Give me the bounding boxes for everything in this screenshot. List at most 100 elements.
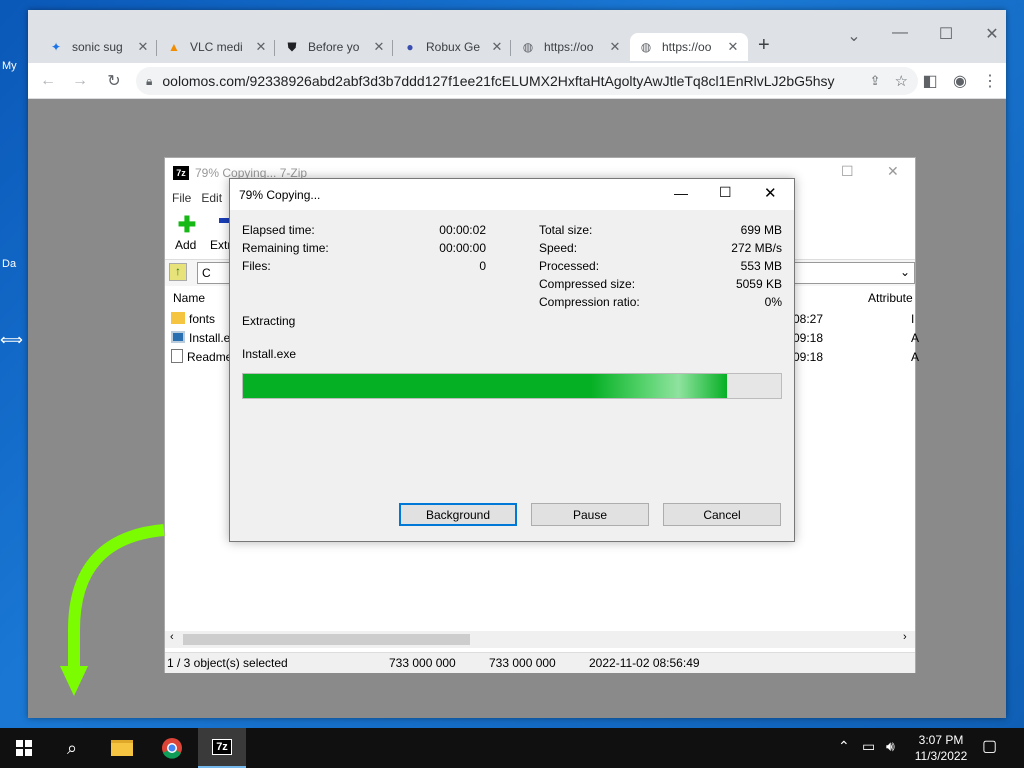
file-time: 08:27 <box>793 312 824 326</box>
tab-title: VLC medi <box>190 40 243 54</box>
share-icon[interactable]: ⇪ <box>870 73 881 89</box>
tab-divider <box>156 40 157 56</box>
tab-divider <box>510 40 511 56</box>
menu-kebab-icon[interactable]: ⋮ <box>980 71 1000 91</box>
horizontal-scrollbar[interactable]: ‹ › <box>165 631 915 648</box>
bookmark-star-icon[interactable]: ☆ <box>895 72 908 90</box>
add-button[interactable]: Add <box>175 238 196 252</box>
progress-dialog: 79% Copying... — ☐ ✕ Elapsed time: 00:00… <box>229 178 795 542</box>
close-icon[interactable]: ✕ <box>608 39 622 55</box>
compressed-size-value: 5059 KB <box>735 277 782 291</box>
background-button[interactable]: Background <box>399 503 517 526</box>
file-explorer-icon[interactable] <box>98 728 146 768</box>
tab[interactable]: ✦ sonic sug ✕ <box>40 33 158 61</box>
current-file-label: Install.exe <box>242 347 297 361</box>
total-size-value: 699 MB <box>740 223 782 237</box>
windows-start-icon[interactable] <box>0 728 48 768</box>
cancel-button[interactable]: Cancel <box>663 503 781 526</box>
desktop-icon-label[interactable]: My <box>2 60 17 72</box>
shield-icon: ⛊ <box>287 39 297 54</box>
tab-search-icon[interactable]: ⌄ <box>844 26 864 46</box>
speed-value: 272 MB/s <box>731 241 782 255</box>
clock-time: 3:07 PM <box>918 733 964 747</box>
maximize-icon[interactable]: ☐ <box>936 24 956 44</box>
tab[interactable]: ◍ https://oo ✕ <box>512 33 630 61</box>
tab-title: sonic sug <box>72 40 123 54</box>
add-icon[interactable]: ✚ <box>175 212 199 238</box>
desktop-icon-label[interactable]: Da <box>2 258 16 270</box>
processed-value: 553 MB <box>740 259 782 273</box>
close-icon[interactable]: ✕ <box>764 184 777 202</box>
new-tab-button[interactable]: + <box>758 34 770 57</box>
pause-button[interactable]: Pause <box>531 503 649 526</box>
clock-date: 11/3/2022 <box>914 749 968 763</box>
file-attr: A <box>911 331 920 345</box>
operation-label: Extracting <box>242 314 296 328</box>
chevron-up-icon[interactable]: ⌃ <box>838 738 850 755</box>
chrome-icon[interactable] <box>148 728 196 768</box>
volume-icon[interactable]: 🔊︎ <box>886 738 895 755</box>
minimize-icon[interactable]: — <box>674 185 688 201</box>
green-arrow-icon <box>60 524 165 696</box>
resize-cursor-icon: ⟺ <box>0 332 23 349</box>
maximize-icon[interactable]: ☐ <box>719 184 732 201</box>
menu-file[interactable]: File <box>172 188 191 208</box>
folder-icon <box>171 312 185 324</box>
tab-title: Robux Ge <box>426 40 481 54</box>
address-bar[interactable]: 🔒︎ oolomos.com/92338926abd2abf3d3b7ddd12… <box>136 67 918 95</box>
tab-title: https://oo <box>662 40 712 54</box>
remaining-time-label: Remaining time: <box>242 241 329 255</box>
tab[interactable]: ▲ VLC medi ✕ <box>158 33 276 61</box>
url-text[interactable]: oolomos.com/92338926abd2abf3d3b7ddd127f1… <box>162 73 861 89</box>
tab-title: Before yo <box>308 40 360 54</box>
close-icon[interactable]: ✕ <box>136 39 150 55</box>
progress-bar-fill <box>243 374 727 398</box>
elapsed-time-label: Elapsed time: <box>242 223 315 237</box>
forward-icon[interactable]: → <box>70 71 90 91</box>
compression-ratio-value: 0% <box>764 295 782 309</box>
status-selection: 1 / 3 object(s) selected <box>167 656 288 670</box>
7zip-logo-icon: 7z <box>212 739 232 755</box>
close-window-icon[interactable]: ✕ <box>982 24 1002 44</box>
status-bar: 1 / 3 object(s) selected 733 000 000 733… <box>165 652 915 673</box>
back-icon[interactable]: ← <box>38 71 58 91</box>
planet-icon: ● <box>406 40 414 54</box>
tab-strip: ✦ sonic sug ✕ ▲ VLC medi ✕ ⛊ Before yo ✕… <box>28 10 1006 63</box>
file-attr: A <box>911 350 920 364</box>
tab[interactable]: ● Robux Ge ✕ <box>394 33 512 61</box>
reload-icon[interactable]: ↻ <box>104 71 124 91</box>
close-icon[interactable]: ✕ <box>254 39 268 55</box>
tab[interactable]: ⛊ Before yo ✕ <box>276 33 394 61</box>
chevron-down-icon[interactable]: ⌄ <box>900 265 910 279</box>
notification-icon[interactable]: ▢ <box>982 736 997 756</box>
profile-avatar-icon[interactable]: ◉ <box>950 71 970 91</box>
network-icon[interactable]: ▭ <box>862 738 875 755</box>
folder-up-icon[interactable]: ↑ <box>169 263 187 281</box>
file-time: 09:18 <box>793 331 824 345</box>
minimize-icon[interactable]: — <box>890 24 910 42</box>
clock[interactable]: 3:07 PM 11/3/2022 <box>906 732 976 764</box>
menu-edit[interactable]: Edit <box>201 188 222 208</box>
column-header-name[interactable]: Name <box>173 286 205 310</box>
side-panel-icon[interactable]: ◧ <box>920 71 940 91</box>
search-icon[interactable]: ⌕ <box>48 728 96 768</box>
7zip-logo-icon: 7z <box>173 166 189 180</box>
tab-active[interactable]: ◍ https://oo ✕ <box>630 33 748 61</box>
remaining-time-value: 00:00:00 <box>439 241 486 255</box>
file-name: fonts <box>189 312 216 326</box>
compressed-size-label: Compressed size: <box>539 277 636 291</box>
column-header-attributes[interactable]: Attribute <box>868 286 913 310</box>
close-icon[interactable]: ✕ <box>887 163 899 180</box>
progress-bar <box>242 373 782 399</box>
close-icon[interactable]: ✕ <box>490 39 504 55</box>
close-icon[interactable]: ✕ <box>726 39 740 55</box>
7zip-taskbar-button[interactable]: 7z <box>198 728 246 768</box>
close-icon[interactable]: ✕ <box>372 39 386 55</box>
elapsed-time-value: 00:00:02 <box>439 223 486 237</box>
lock-icon[interactable]: 🔒︎ <box>146 74 152 89</box>
scroll-right-icon[interactable]: › <box>903 631 907 643</box>
dialog-title: 79% Copying... <box>239 187 321 202</box>
maximize-icon[interactable]: ☐ <box>841 163 854 180</box>
scroll-left-icon[interactable]: ‹ <box>170 631 174 643</box>
scroll-thumb[interactable] <box>183 634 470 645</box>
